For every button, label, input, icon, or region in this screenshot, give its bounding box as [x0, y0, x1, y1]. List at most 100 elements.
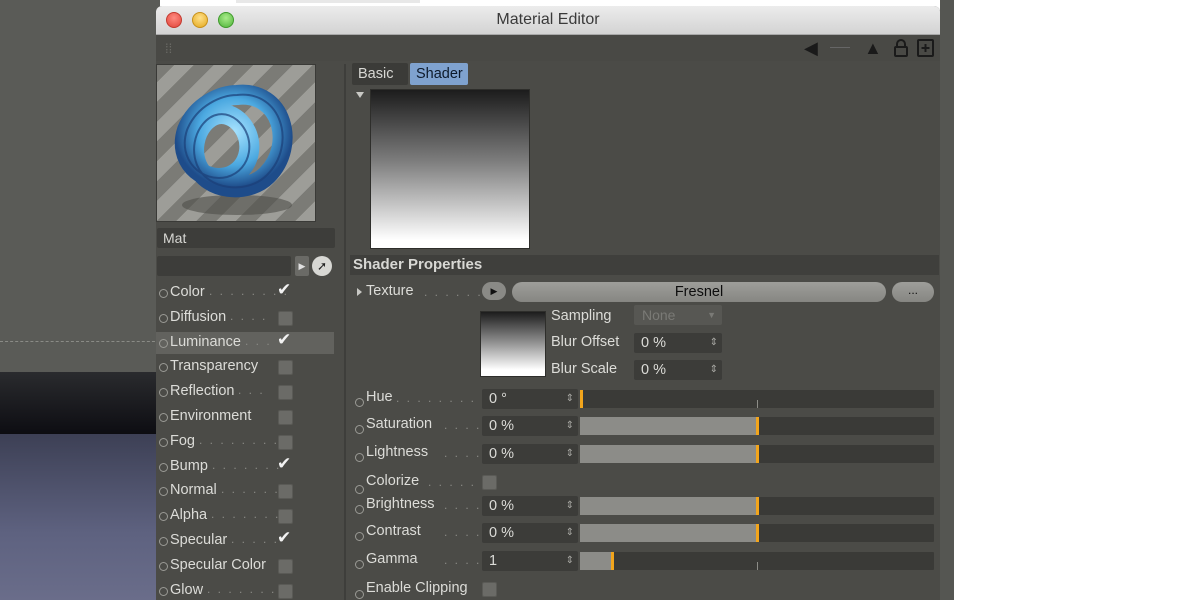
tab-basic[interactable]: Basic [352, 63, 408, 85]
spinner-icon[interactable]: ⇕ [566, 389, 574, 409]
param-slider[interactable] [580, 417, 934, 435]
spinner-icon[interactable]: ⇕ [566, 551, 574, 571]
channel-radio[interactable] [159, 537, 168, 546]
expand-triangle-icon[interactable] [357, 288, 362, 296]
channel-checkbox[interactable] [278, 558, 293, 574]
channel-item[interactable]: Specular. . . . . ✔ [156, 528, 334, 552]
channel-item[interactable]: Diffusion. . . . [156, 307, 334, 329]
param-slider[interactable] [580, 497, 934, 515]
channel-radio[interactable] [159, 586, 168, 596]
param-radio[interactable] [355, 398, 364, 407]
param-value-field[interactable]: 0 ° ⇕ [482, 389, 578, 409]
param-value-field[interactable]: 0 % ⇕ [482, 416, 578, 436]
spinner-icon[interactable]: ⇕ [710, 333, 718, 353]
slider-knob[interactable] [756, 497, 759, 515]
spinner-icon[interactable]: ⇕ [566, 496, 574, 516]
blur-scale-field[interactable]: 0 % ⇕ [634, 360, 722, 380]
sampling-select[interactable]: None ▼ [634, 305, 722, 325]
channel-item[interactable]: Bump . . . . . . . ✔ [156, 454, 334, 478]
colorize-checkbox[interactable] [482, 475, 497, 490]
channel-item[interactable]: Fog . . . . . . . . . [156, 431, 334, 453]
channel-checkbox[interactable] [278, 310, 293, 326]
param-value-field[interactable]: 0 % ⇕ [482, 496, 578, 516]
channel-item[interactable]: Environment [156, 406, 334, 428]
shader-preview[interactable] [370, 89, 530, 249]
lock-icon[interactable] [893, 39, 909, 61]
back-arrow-icon[interactable]: ◀ [804, 38, 818, 58]
channel-checkbox[interactable] [278, 484, 293, 500]
channel-radio[interactable] [159, 512, 168, 522]
channel-radio[interactable] [159, 437, 168, 447]
param-radio[interactable] [355, 532, 364, 541]
param-value: 0 % [489, 498, 514, 514]
material-name-field[interactable]: Mat [157, 228, 335, 248]
checkmark-icon[interactable]: ✔ [277, 454, 291, 474]
channel-checkbox[interactable] [278, 583, 293, 599]
enable-clipping-radio[interactable] [355, 590, 364, 599]
param-value-field[interactable]: 1 ⇕ [482, 551, 578, 571]
channel-radio[interactable] [159, 561, 168, 571]
channel-item[interactable]: Normal . . . . . . [156, 480, 334, 502]
slider-knob[interactable] [756, 417, 759, 435]
colorize-radio[interactable] [355, 485, 364, 494]
channel-item[interactable]: Luminance . . . ✔ [156, 330, 334, 354]
spinner-icon[interactable]: ⇕ [566, 523, 574, 543]
channel-item[interactable]: Alpha. . . . . . . [156, 505, 334, 527]
checkmark-icon[interactable]: ✔ [277, 280, 291, 300]
texture-thumbnail[interactable] [480, 311, 546, 377]
channel-item[interactable]: Transparency [156, 356, 334, 378]
param-slider[interactable] [580, 445, 934, 463]
collapse-triangle-icon[interactable] [356, 92, 364, 98]
channel-checkbox[interactable] [278, 410, 293, 425]
texture-shader-button[interactable]: Fresnel [512, 282, 886, 302]
channel-radio[interactable] [159, 388, 168, 398]
layer-combo-field[interactable] [157, 256, 291, 276]
material-preview[interactable] [156, 64, 316, 222]
channel-item[interactable]: Reflection. . . [156, 381, 334, 403]
spinner-icon[interactable]: ⇕ [566, 416, 574, 436]
param-slider[interactable] [580, 552, 934, 570]
new-window-icon[interactable] [917, 39, 934, 61]
channel-radio[interactable] [159, 313, 168, 323]
channel-checkbox[interactable] [278, 509, 293, 525]
param-slider[interactable] [580, 390, 934, 408]
param-slider[interactable] [580, 524, 934, 542]
channel-radio[interactable] [159, 289, 168, 298]
slider-knob[interactable] [580, 390, 583, 408]
blur-offset-label: Blur Offset [551, 334, 620, 350]
channel-radio[interactable] [159, 462, 168, 472]
channel-radio[interactable] [159, 487, 168, 497]
channel-item[interactable]: Glow. . . . . . . . [156, 580, 334, 600]
param-radio[interactable] [355, 560, 364, 569]
texture-more-button[interactable]: ... [892, 282, 934, 302]
param-radio[interactable] [355, 425, 364, 434]
param-radio[interactable] [355, 453, 364, 462]
channel-checkbox[interactable] [278, 385, 293, 401]
slider-knob[interactable] [756, 524, 759, 542]
channel-checkbox[interactable] [278, 360, 293, 376]
spinner-icon[interactable]: ⇕ [710, 360, 718, 380]
channel-checkbox[interactable] [278, 434, 293, 450]
channel-item[interactable]: Specular Color [156, 555, 334, 577]
checkmark-icon[interactable]: ✔ [277, 330, 291, 350]
grip-icon[interactable]: ⁞⁞ [165, 41, 172, 56]
spinner-icon[interactable]: ⇕ [566, 444, 574, 464]
checkmark-icon[interactable]: ✔ [277, 528, 291, 548]
channel-radio[interactable] [159, 413, 168, 422]
channel-radio[interactable] [159, 338, 168, 348]
combo-arrow-icon[interactable]: ▶ [295, 256, 309, 276]
texture-menu-button[interactable]: ▶ [482, 282, 506, 300]
blur-offset-field[interactable]: 0 % ⇕ [634, 333, 722, 353]
param-value-field[interactable]: 0 % ⇕ [482, 523, 578, 543]
channel-item[interactable]: Color. . . . . . . . ✔ [156, 280, 334, 304]
slider-knob[interactable] [756, 445, 759, 463]
param-radio[interactable] [355, 505, 364, 514]
param-value-field[interactable]: 0 % ⇕ [482, 444, 578, 464]
up-arrow-icon[interactable]: ▲ [864, 38, 882, 58]
pick-arrow-icon[interactable]: ➚ [312, 256, 332, 276]
channel-radio[interactable] [159, 363, 168, 373]
tab-shader[interactable]: Shader [410, 63, 468, 85]
enable-clipping-checkbox[interactable] [482, 582, 497, 597]
slider-knob[interactable] [611, 552, 614, 570]
panel-divider[interactable] [344, 64, 346, 600]
